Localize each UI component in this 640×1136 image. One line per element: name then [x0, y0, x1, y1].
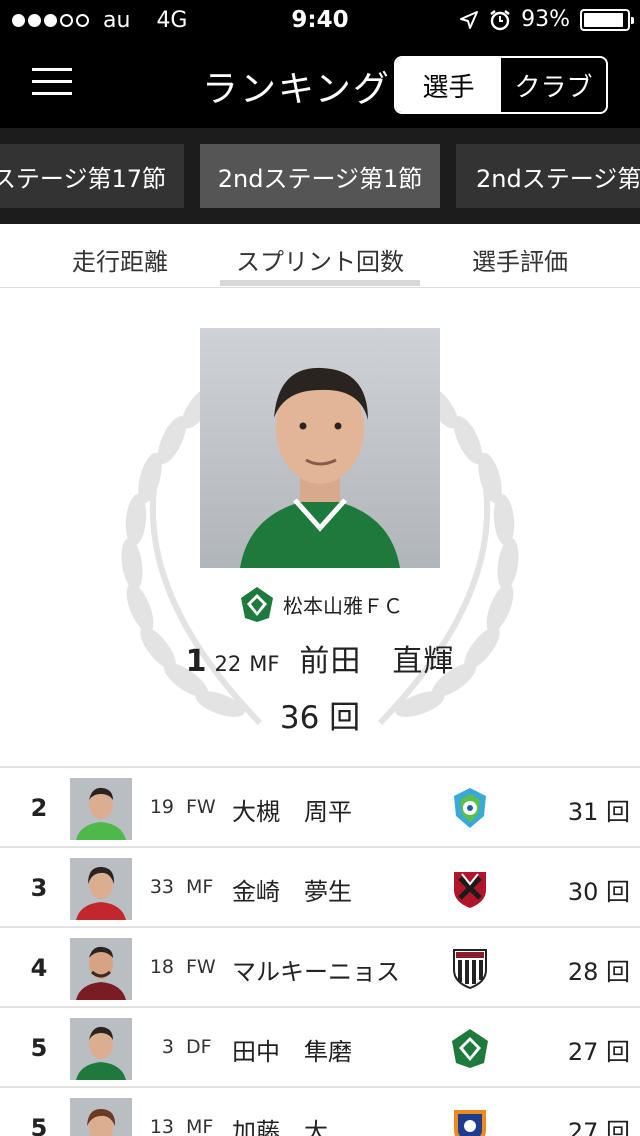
rank-number: 4	[30, 954, 48, 982]
ranking-list: 2 19 FW 大槻 周平 31 回 3 33 MF 金崎 夢生 30 回 4	[0, 766, 640, 1136]
tab-distance[interactable]: 走行距離	[72, 242, 168, 277]
ranking-row[interactable]: 2 19 FW 大槻 周平 31 回	[0, 766, 640, 846]
ranking-row[interactable]: 5 13 MF 加藤 大 27 回	[0, 1086, 640, 1136]
battery-icon	[580, 8, 634, 31]
club-name: 松本山雅ＦＣ	[283, 593, 403, 618]
player-club-segmented-control: 選手 クラブ	[394, 56, 608, 114]
selected-tab-indicator	[220, 280, 420, 286]
player-position: FW	[186, 796, 216, 818]
rank-number: 5	[30, 1114, 48, 1136]
player-photo	[200, 328, 440, 568]
round-tab-next[interactable]: 2ndステージ第2	[456, 144, 640, 208]
category-tabs: 走行距離 スプリント回数 選手評価	[0, 224, 640, 288]
battery-percentage: 93%	[521, 7, 570, 32]
rank-number: 2	[30, 794, 48, 822]
sprint-count: 27 回	[567, 1038, 630, 1066]
sprint-count: 31 回	[567, 798, 630, 826]
matsumoto-crest-icon	[452, 1029, 488, 1068]
ranking-row[interactable]: 4 18 FW マルキーニョス 28 回	[0, 926, 640, 1006]
player-position: MF	[249, 652, 280, 676]
shirt-number: 22	[214, 652, 242, 676]
player-name: マルキーニョス	[232, 958, 400, 986]
shirt-number: 13	[149, 1116, 174, 1136]
shonan-crest-icon	[454, 788, 486, 828]
shirt-number: 19	[149, 796, 174, 818]
sprint-count: 36 回	[279, 700, 361, 736]
alarm-clock-icon	[490, 9, 510, 30]
player-thumbnail	[70, 778, 132, 840]
sprint-count: 28 回	[567, 958, 630, 986]
kashima-crest-icon	[454, 872, 486, 908]
club-info: 松本山雅ＦＣ	[0, 584, 640, 624]
nav-bar: ランキング 選手 クラブ	[0, 40, 640, 128]
round-selector: ステージ第17節 2ndステージ第1節 2ndステージ第2	[0, 128, 640, 224]
player-name: 加藤 大	[232, 1118, 328, 1136]
segment-club[interactable]: クラブ	[501, 58, 606, 112]
round-tab-selected[interactable]: 2ndステージ第1節	[200, 144, 440, 208]
location-arrow-icon	[460, 10, 479, 29]
player-name: 田中 隼磨	[232, 1038, 352, 1066]
shirt-number: 3	[161, 1036, 174, 1058]
player-position: MF	[186, 876, 214, 898]
hamburger-menu-icon[interactable]	[32, 64, 72, 98]
sprint-count: 30 回	[567, 878, 630, 906]
rank-number: 3	[30, 874, 48, 902]
top-ranked-player[interactable]: 松本山雅ＦＣ 1 22 MF 前田 直輝 36 回	[0, 288, 640, 766]
player-name: 前田 直輝	[299, 644, 455, 679]
ranking-row[interactable]: 3 33 MF 金崎 夢生 30 回	[0, 846, 640, 926]
player-thumbnail	[70, 1018, 132, 1080]
segment-player[interactable]: 選手	[396, 58, 501, 112]
player-position: MF	[186, 1116, 214, 1136]
page-title: ランキング	[202, 69, 391, 110]
niigata-crest-icon	[454, 1110, 486, 1136]
shirt-number: 33	[149, 876, 174, 898]
tab-player-rating[interactable]: 選手評価	[472, 242, 568, 277]
player-name: 金崎 夢生	[232, 878, 352, 906]
player-thumbnail	[70, 1098, 132, 1136]
kobe-crest-icon	[453, 949, 487, 990]
matsumoto-crest-icon	[241, 587, 273, 622]
player-position: DF	[186, 1036, 212, 1058]
status-bar: au 4G 9:40 93%	[0, 0, 640, 40]
tab-sprints[interactable]: スプリント回数	[236, 242, 404, 277]
rank-number: 1	[185, 644, 207, 679]
top-player-line: 1 22 MF 前田 直輝	[0, 636, 640, 680]
round-tab-previous[interactable]: ステージ第17節	[0, 144, 184, 208]
rank-number: 5	[30, 1034, 48, 1062]
player-name: 大槻 周平	[232, 798, 352, 826]
shirt-number: 18	[149, 956, 174, 978]
sprint-count: 27 回	[567, 1118, 630, 1136]
player-thumbnail	[70, 938, 132, 1000]
player-thumbnail	[70, 858, 132, 920]
player-position: FW	[186, 956, 216, 978]
ranking-row[interactable]: 5 3 DF 田中 隼磨 27 回	[0, 1006, 640, 1086]
